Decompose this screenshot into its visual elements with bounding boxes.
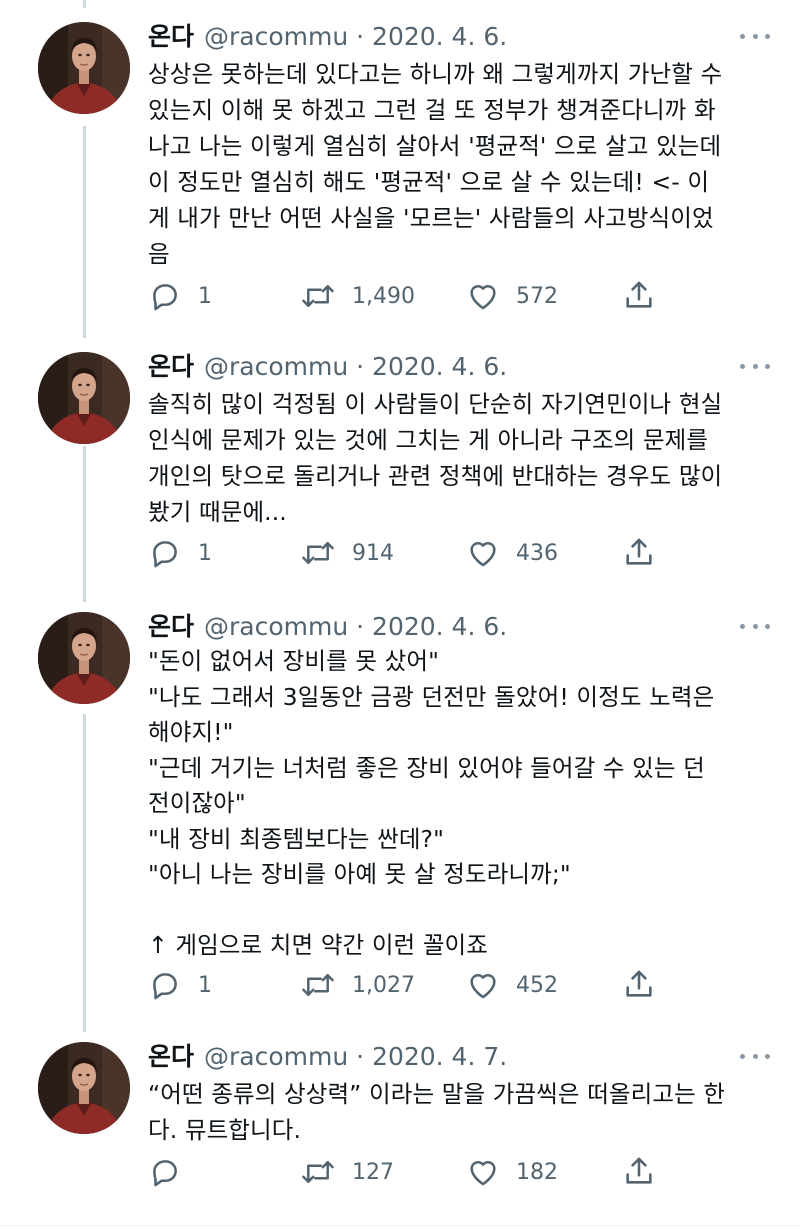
thread-line <box>83 0 86 8</box>
display-name[interactable]: 온다 <box>148 608 194 646</box>
tweet-text: 상상은 못하는데 있다고는 하니까 왜 그렇게까지 가난할 수 있는지 이해 못… <box>148 60 723 268</box>
share-button[interactable] <box>622 278 656 316</box>
reply-icon <box>148 279 198 313</box>
more-icon[interactable] <box>740 1046 770 1066</box>
share-icon <box>622 538 656 573</box>
retweet-button[interactable]: 127 <box>300 1154 394 1190</box>
like-count: 572 <box>516 283 558 309</box>
handle-date[interactable]: @racommu · 2020. 4. 6. <box>204 608 507 646</box>
heart-icon <box>466 968 516 1002</box>
divider <box>0 1225 800 1226</box>
tweet-actions: 1 1,027 452 <box>148 967 668 1003</box>
display-name[interactable]: 온다 <box>148 18 194 56</box>
avatar[interactable] <box>38 612 130 704</box>
tweet-text: "돈이 없어서 장비를 못 샀어" "나도 그래서 3일동안 금광 던전만 돌았… <box>148 647 715 959</box>
share-icon <box>622 970 656 1005</box>
retweet-icon <box>300 536 352 570</box>
avatar[interactable] <box>38 22 130 114</box>
share-icon <box>622 1157 656 1192</box>
tweet-header: 온다 @racommu · 2020. 4. 6. <box>148 18 507 56</box>
more-icon[interactable] <box>740 616 770 636</box>
display-name[interactable]: 온다 <box>148 348 194 386</box>
retweet-button[interactable]: 1,027 <box>300 967 415 1003</box>
reply-icon <box>148 1155 198 1189</box>
retweet-icon <box>300 279 352 313</box>
heart-icon <box>466 536 516 570</box>
tweet-header: 온다 @racommu · 2020. 4. 6. <box>148 348 507 386</box>
reply-count: 1 <box>198 972 212 998</box>
handle-date[interactable]: @racommu · 2020. 4. 6. <box>204 18 507 56</box>
retweet-button[interactable]: 1,490 <box>300 278 415 314</box>
tweet-text: “어떤 종류의 상상력” 이라는 말을 가끔씩은 떠올리고는 한 다. 뮤트합니… <box>148 1080 726 1144</box>
reply-icon <box>148 968 198 1002</box>
like-count: 452 <box>516 972 558 998</box>
tweet-actions: 1 914 436 <box>148 535 668 571</box>
like-count: 436 <box>516 540 558 566</box>
retweet-icon <box>300 1155 352 1189</box>
retweet-count: 1,027 <box>352 972 415 998</box>
like-button[interactable]: 452 <box>466 967 558 1003</box>
reply-button[interactable]: 1 <box>148 278 212 314</box>
more-icon[interactable] <box>740 356 770 376</box>
retweet-button[interactable]: 914 <box>300 535 394 571</box>
share-button[interactable] <box>622 1154 656 1192</box>
tweet-header: 온다 @racommu · 2020. 4. 6. <box>148 608 507 646</box>
tweet-actions: 1 1,490 572 <box>148 278 668 314</box>
tweet[interactable]: 온다 @racommu · 2020. 4. 6. "돈이 없어서 장비를 못 … <box>0 612 800 1022</box>
heart-icon <box>466 1155 516 1189</box>
reply-icon <box>148 536 198 570</box>
like-button[interactable]: 436 <box>466 535 558 571</box>
tweet-actions: 127 182 <box>148 1154 668 1190</box>
share-icon <box>622 281 656 316</box>
reply-button[interactable]: 1 <box>148 967 212 1003</box>
reply-button[interactable]: 1 <box>148 535 212 571</box>
share-button[interactable] <box>622 535 656 573</box>
retweet-count: 127 <box>352 1159 394 1185</box>
avatar[interactable] <box>38 352 130 444</box>
share-button[interactable] <box>622 967 656 1005</box>
tweet[interactable]: 온다 @racommu · 2020. 4. 7. “어떤 종류의 상상력” 이… <box>0 1042 800 1212</box>
like-count: 182 <box>516 1159 558 1185</box>
reply-count: 1 <box>198 283 212 309</box>
tweet[interactable]: 온다 @racommu · 2020. 4. 6. 상상은 못하는데 있다고는 … <box>0 22 800 332</box>
tweet-header: 온다 @racommu · 2020. 4. 7. <box>148 1038 507 1076</box>
display-name[interactable]: 온다 <box>148 1038 194 1076</box>
handle-date[interactable]: @racommu · 2020. 4. 7. <box>204 1038 507 1076</box>
handle-date[interactable]: @racommu · 2020. 4. 6. <box>204 348 507 386</box>
retweet-count: 1,490 <box>352 283 415 309</box>
retweet-count: 914 <box>352 540 394 566</box>
avatar[interactable] <box>38 1042 130 1134</box>
like-button[interactable]: 182 <box>466 1154 558 1190</box>
reply-button[interactable] <box>148 1154 198 1190</box>
more-icon[interactable] <box>740 26 770 46</box>
reply-count: 1 <box>198 540 212 566</box>
like-button[interactable]: 572 <box>466 278 558 314</box>
tweet-text: 솔직히 많이 걱정됨 이 사람들이 단순히 자기연민이나 현실 인식에 문제가 … <box>148 390 723 526</box>
retweet-icon <box>300 968 352 1002</box>
heart-icon <box>466 279 516 313</box>
tweet[interactable]: 온다 @racommu · 2020. 4. 6. 솔직히 많이 걱정됨 이 사… <box>0 352 800 592</box>
